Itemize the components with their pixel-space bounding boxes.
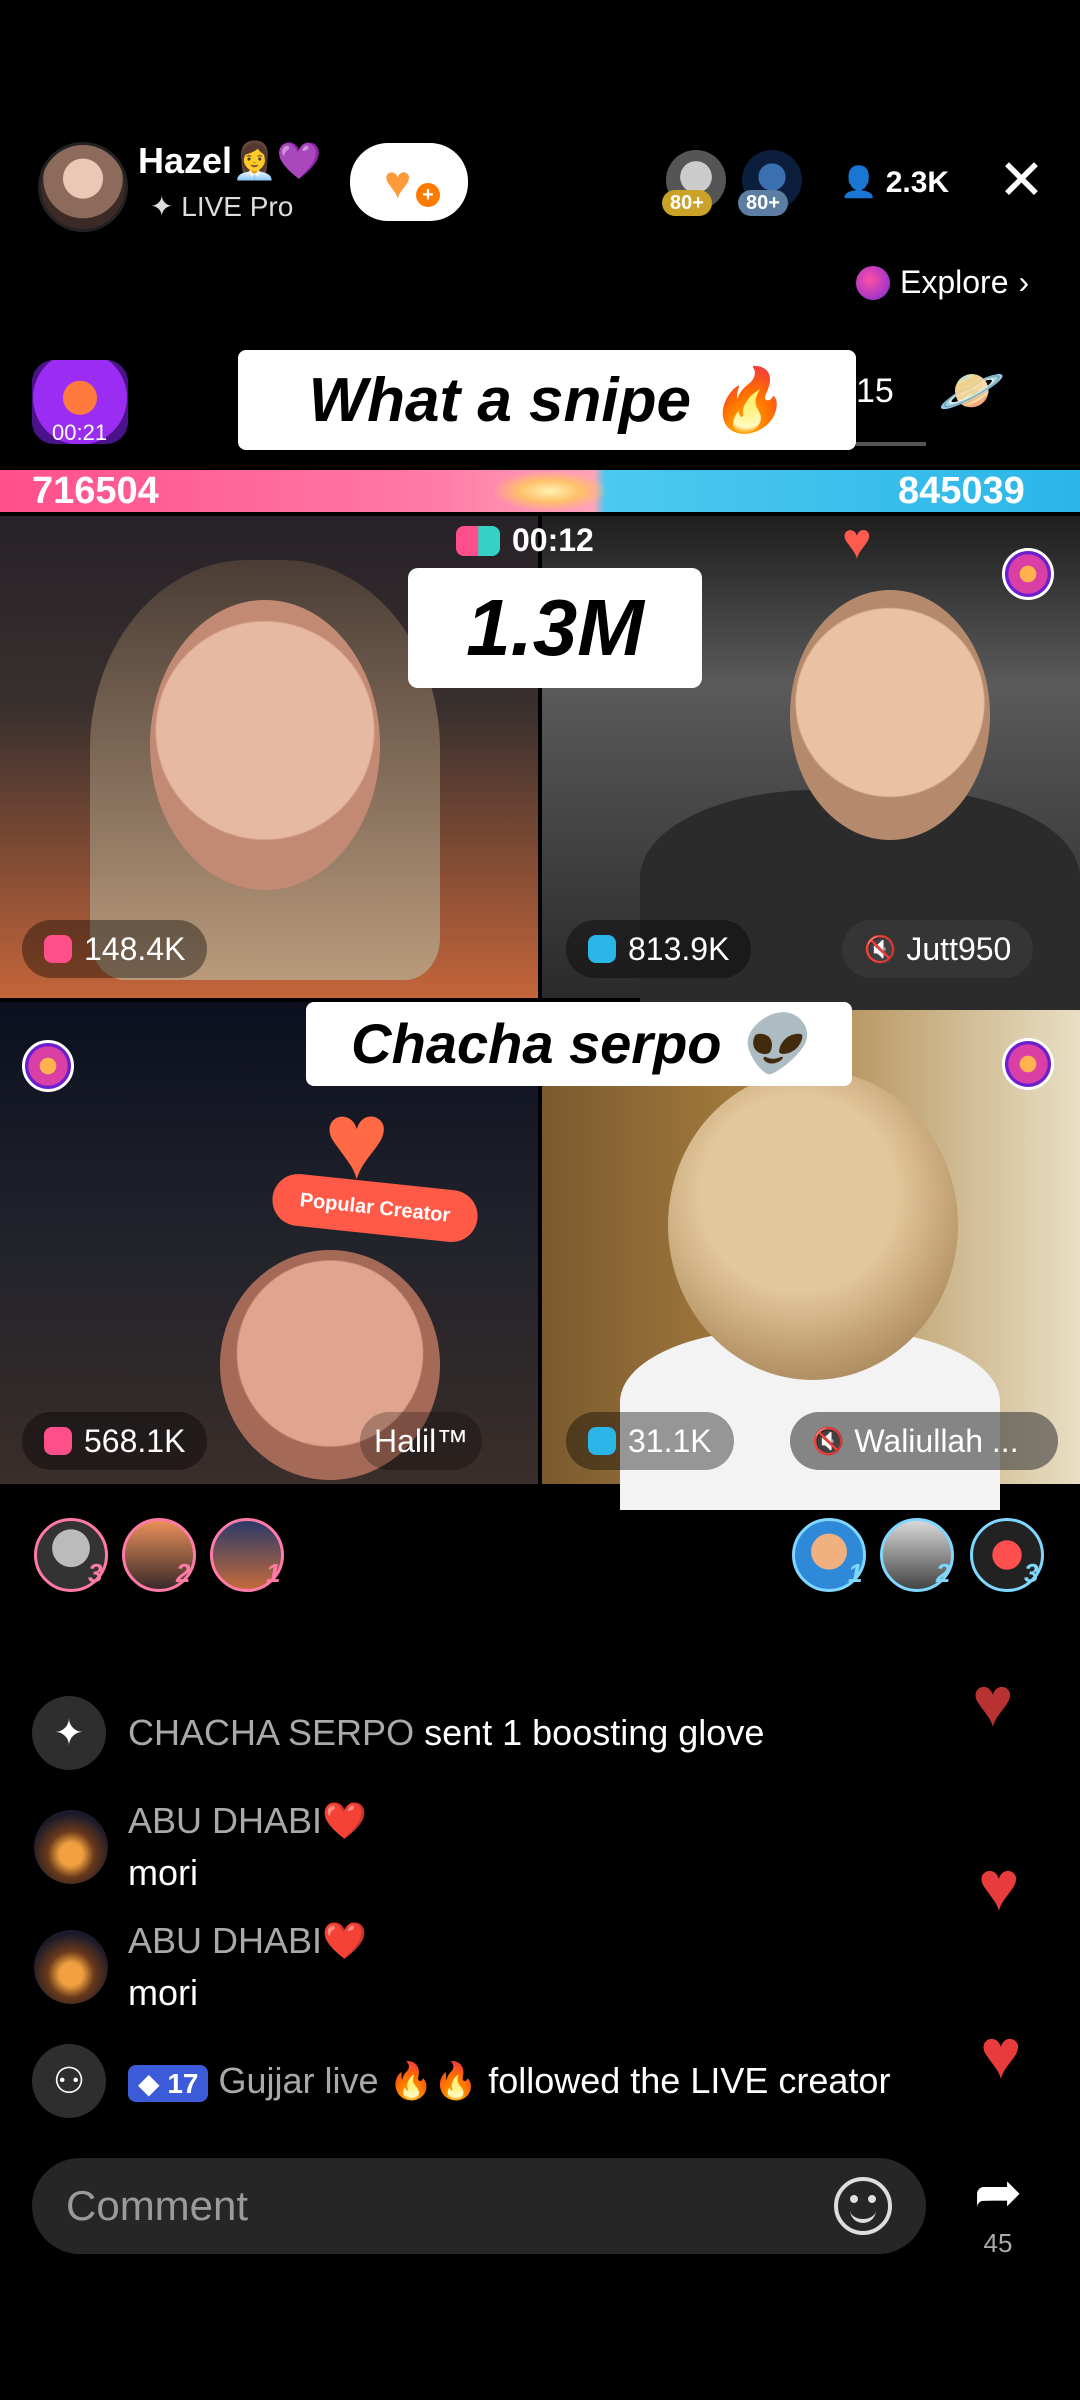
live-pro-label: LIVE Pro	[181, 191, 294, 222]
chat-username[interactable]: CHACHA SERPO	[128, 1712, 414, 1753]
popular-creator-label: Popular Creator	[269, 1171, 481, 1245]
participant-name-label: Jutt950	[906, 930, 1012, 967]
planet-gift-icon[interactable]: 🪐	[938, 360, 1008, 430]
count-progress	[856, 442, 926, 446]
share-count: 45	[983, 2228, 1013, 2258]
score-pill: 568.1K	[22, 1412, 208, 1470]
chat-username[interactable]: ABU DHABI❤️	[128, 1800, 367, 1842]
participant-name[interactable]: Halil™	[360, 1412, 483, 1470]
heart-plus-icon: ♥ +	[384, 159, 440, 207]
rank-badge: 80+	[662, 190, 712, 216]
boost-icon[interactable]	[1002, 1038, 1054, 1090]
boost-icon[interactable]	[22, 1040, 74, 1092]
close-button[interactable]: ✕	[998, 150, 1045, 210]
participant-name[interactable]: 🔇 Waliullah ...	[790, 1412, 1058, 1470]
score-value: 148.4K	[84, 930, 186, 967]
explore-icon	[856, 265, 890, 300]
rank-badge: 80+	[738, 190, 788, 216]
chat-avatar[interactable]	[34, 1810, 108, 1884]
score-spark-icon	[495, 472, 605, 510]
score-pill: 31.1K	[566, 1412, 734, 1470]
emoji-icon[interactable]	[834, 2177, 892, 2235]
chat-text: mori	[128, 1852, 198, 1893]
diamond-icon: ◆	[138, 2068, 168, 2099]
supporter-rank: 2	[936, 1558, 951, 1588]
alarm-icon	[588, 935, 616, 963]
score-left: 716504	[32, 470, 159, 512]
chevron-right-icon: ›	[1018, 264, 1030, 300]
comment-placeholder: Comment	[66, 2182, 249, 2229]
streamer-face	[790, 590, 990, 840]
muted-speaker-icon: 🔇	[864, 933, 897, 964]
chat-text: followed the LIVE creator	[488, 2060, 891, 2101]
round-timer: 00:12	[456, 522, 594, 559]
floating-heart-icon: ♥	[980, 2015, 1022, 2093]
participant-name-label: Halil™	[374, 1422, 469, 1459]
chat-username[interactable]: Gujjar live 🔥🔥	[218, 2060, 478, 2101]
score-value: 568.1K	[84, 1422, 186, 1459]
round-timer-label: 00:12	[512, 522, 594, 558]
chat-username[interactable]: ABU DHABI❤️	[128, 1920, 367, 1962]
supporter-rank: 3	[1024, 1558, 1039, 1588]
muted-speaker-icon: 🔇	[812, 1425, 845, 1456]
score-pill: 148.4K	[22, 920, 208, 978]
share-icon[interactable]: ➦	[960, 2158, 1036, 2226]
level-badge: ◆ 17	[128, 2065, 209, 2102]
alarm-icon	[44, 1427, 72, 1455]
gift-card-icon: ✦	[32, 1696, 106, 1770]
comment-input[interactable]: Comment	[32, 2158, 926, 2254]
game-timer: 00:21	[52, 420, 108, 445]
participant-name-label: Waliullah ...	[854, 1422, 1019, 1459]
boost-icon[interactable]	[1002, 548, 1054, 600]
points-caption: 1.3M	[408, 568, 702, 688]
follow-button[interactable]: ♥ +	[350, 143, 468, 221]
popular-creator-badge: ♥ Popular Creator	[269, 1086, 481, 1246]
chat-avatar[interactable]	[34, 1930, 108, 2004]
count-right: 15	[856, 372, 894, 410]
explore-label: Explore	[900, 264, 1009, 300]
supporter-rank: 2	[176, 1558, 191, 1588]
floating-heart-icon: ♥	[978, 1847, 1020, 1925]
boxing-glove-icon	[456, 525, 500, 556]
supporter-rank: 3	[88, 1558, 103, 1588]
potato-filter	[668, 1070, 958, 1380]
host-avatar[interactable]	[38, 142, 128, 232]
chat-text: mori	[128, 1972, 198, 2013]
chat-message[interactable]: ◆ 17 Gujjar live 🔥🔥 followed the LIVE cr…	[128, 2060, 890, 2102]
supporter-rank: 1	[266, 1558, 281, 1588]
chat-message[interactable]: CHACHA SERPO sent 1 boosting glove	[128, 1712, 764, 1754]
heart-icon: ♥	[842, 513, 872, 569]
host-name[interactable]: Hazel👩‍💼💜	[138, 140, 322, 182]
sparkle-icon: ✦	[150, 191, 182, 222]
score-pill: 813.9K	[566, 920, 752, 978]
level-value: 17	[167, 2068, 199, 2099]
participant-name[interactable]: 🔇 Jutt950	[842, 920, 1034, 978]
floating-heart-icon: ♥	[972, 1663, 1014, 1741]
score-value: 31.1K	[628, 1422, 712, 1459]
alarm-icon	[588, 1427, 616, 1455]
viewer-count-label: 2.3K	[885, 166, 950, 199]
explore-button[interactable]: Explore ›	[856, 264, 1029, 301]
supporter-rank: 1	[848, 1558, 863, 1588]
alarm-icon	[44, 935, 72, 963]
score-value: 813.9K	[628, 930, 730, 967]
person-icon: 👤	[840, 166, 886, 199]
viewer-count[interactable]: 👤 2.3K	[840, 165, 949, 200]
streamer-face	[150, 600, 380, 890]
score-right: 845039	[898, 470, 1025, 512]
host-subtitle: ✦ LIVE Pro	[150, 190, 293, 223]
caption-mid: Chacha serpo 👽	[306, 1002, 852, 1086]
person-check-icon: ⚇	[32, 2044, 106, 2118]
caption-top: What a snipe 🔥	[238, 350, 856, 450]
chat-text: sent 1 boosting glove	[424, 1712, 765, 1753]
